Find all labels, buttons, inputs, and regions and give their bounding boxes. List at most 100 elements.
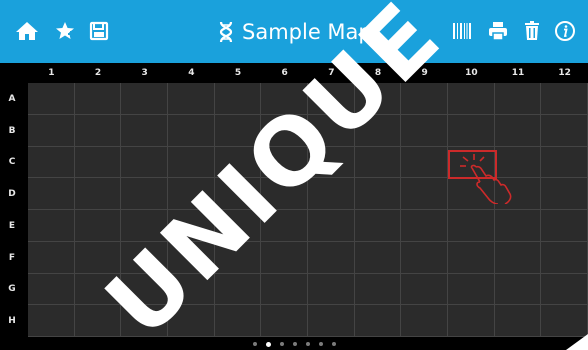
well-B4[interactable] [168,114,215,147]
well-G9[interactable] [401,273,448,306]
row-header[interactable]: C [0,147,24,179]
row-header[interactable]: G [0,274,24,306]
well-H5[interactable] [214,305,262,337]
well-F8[interactable] [354,241,402,274]
well-E1[interactable] [28,210,75,242]
well-H12[interactable] [541,305,588,337]
well-D1[interactable] [28,178,75,210]
page-dot[interactable] [279,342,284,346]
well-D12[interactable] [541,178,588,210]
well-A5[interactable] [214,83,262,115]
page-dot[interactable] [265,341,271,347]
well-E11[interactable] [494,210,542,242]
well-B2[interactable] [74,114,122,147]
well-B10[interactable] [448,114,495,147]
column-header[interactable]: 8 [355,63,402,82]
well-A7[interactable] [308,83,355,115]
page-dot[interactable] [292,342,297,346]
well-F5[interactable] [214,241,262,274]
page-dot[interactable] [305,342,310,346]
well-C3[interactable] [121,146,168,179]
well-F6[interactable] [261,241,308,274]
column-header[interactable]: 1 [28,63,75,82]
column-header[interactable]: 12 [541,63,588,82]
home-icon[interactable] [12,14,42,48]
well-H4[interactable] [168,305,215,337]
well-G7[interactable] [308,273,355,306]
well-E6[interactable] [261,210,308,242]
row-header[interactable]: H [0,305,24,337]
well-E8[interactable] [354,210,402,242]
well-G4[interactable] [168,273,215,306]
barcode-icon[interactable] [447,14,477,48]
well-H1[interactable] [28,305,75,337]
column-header[interactable]: 9 [401,63,448,82]
well-D2[interactable] [74,178,122,210]
column-header[interactable]: 2 [75,63,122,82]
well-H2[interactable] [74,305,122,337]
well-A12[interactable] [541,83,588,115]
well-F1[interactable] [28,241,75,274]
column-header[interactable]: 11 [495,63,542,82]
column-header[interactable]: 3 [121,63,168,82]
well-B8[interactable] [354,114,402,147]
well-F4[interactable] [168,241,215,274]
well-B9[interactable] [401,114,448,147]
corner-arrow-icon[interactable] [566,334,588,350]
column-header[interactable]: 5 [215,63,262,82]
well-G8[interactable] [354,273,402,306]
well-D5[interactable] [214,178,262,210]
well-B12[interactable] [541,114,588,147]
well-A11[interactable] [494,83,542,115]
well-C9[interactable] [401,146,448,179]
column-header[interactable]: 6 [261,63,308,82]
well-A8[interactable] [354,83,402,115]
row-header[interactable]: A [0,83,24,115]
well-G10[interactable] [448,273,495,306]
well-G1[interactable] [28,273,75,306]
well-G12[interactable] [541,273,588,306]
well-E5[interactable] [214,210,262,242]
well-D6[interactable] [261,178,308,210]
column-header[interactable]: 4 [168,63,215,82]
well-G2[interactable] [74,273,122,306]
well-E4[interactable] [168,210,215,242]
row-header[interactable]: B [0,115,24,147]
well-D8[interactable] [354,178,402,210]
page-dot[interactable] [318,342,323,346]
well-A1[interactable] [28,83,75,115]
well-C8[interactable] [354,146,402,179]
well-H3[interactable] [121,305,168,337]
well-B3[interactable] [121,114,168,147]
row-header[interactable]: F [0,242,24,274]
well-C1[interactable] [28,146,75,179]
well-E3[interactable] [121,210,168,242]
well-D4[interactable] [168,178,215,210]
save-icon[interactable] [84,14,114,48]
row-header[interactable]: E [0,210,24,242]
well-C4[interactable] [168,146,215,179]
well-H7[interactable] [308,305,355,337]
well-E10[interactable] [448,210,495,242]
well-C12[interactable] [541,146,588,179]
well-B11[interactable] [494,114,542,147]
well-G11[interactable] [494,273,542,306]
well-H8[interactable] [354,305,402,337]
well-C7[interactable] [308,146,355,179]
page-dot[interactable] [252,342,257,346]
well-A3[interactable] [121,83,168,115]
well-H6[interactable] [261,305,308,337]
well-F3[interactable] [121,241,168,274]
well-B7[interactable] [308,114,355,147]
well-H10[interactable] [448,305,495,337]
well-B6[interactable] [261,114,308,147]
delete-icon[interactable] [517,14,547,48]
well-F7[interactable] [308,241,355,274]
print-icon[interactable] [483,14,513,48]
well-B1[interactable] [28,114,75,147]
well-A10[interactable] [448,83,495,115]
well-E2[interactable] [74,210,122,242]
info-icon[interactable] [550,14,580,48]
well-F12[interactable] [541,241,588,274]
page-dot[interactable] [331,342,336,346]
